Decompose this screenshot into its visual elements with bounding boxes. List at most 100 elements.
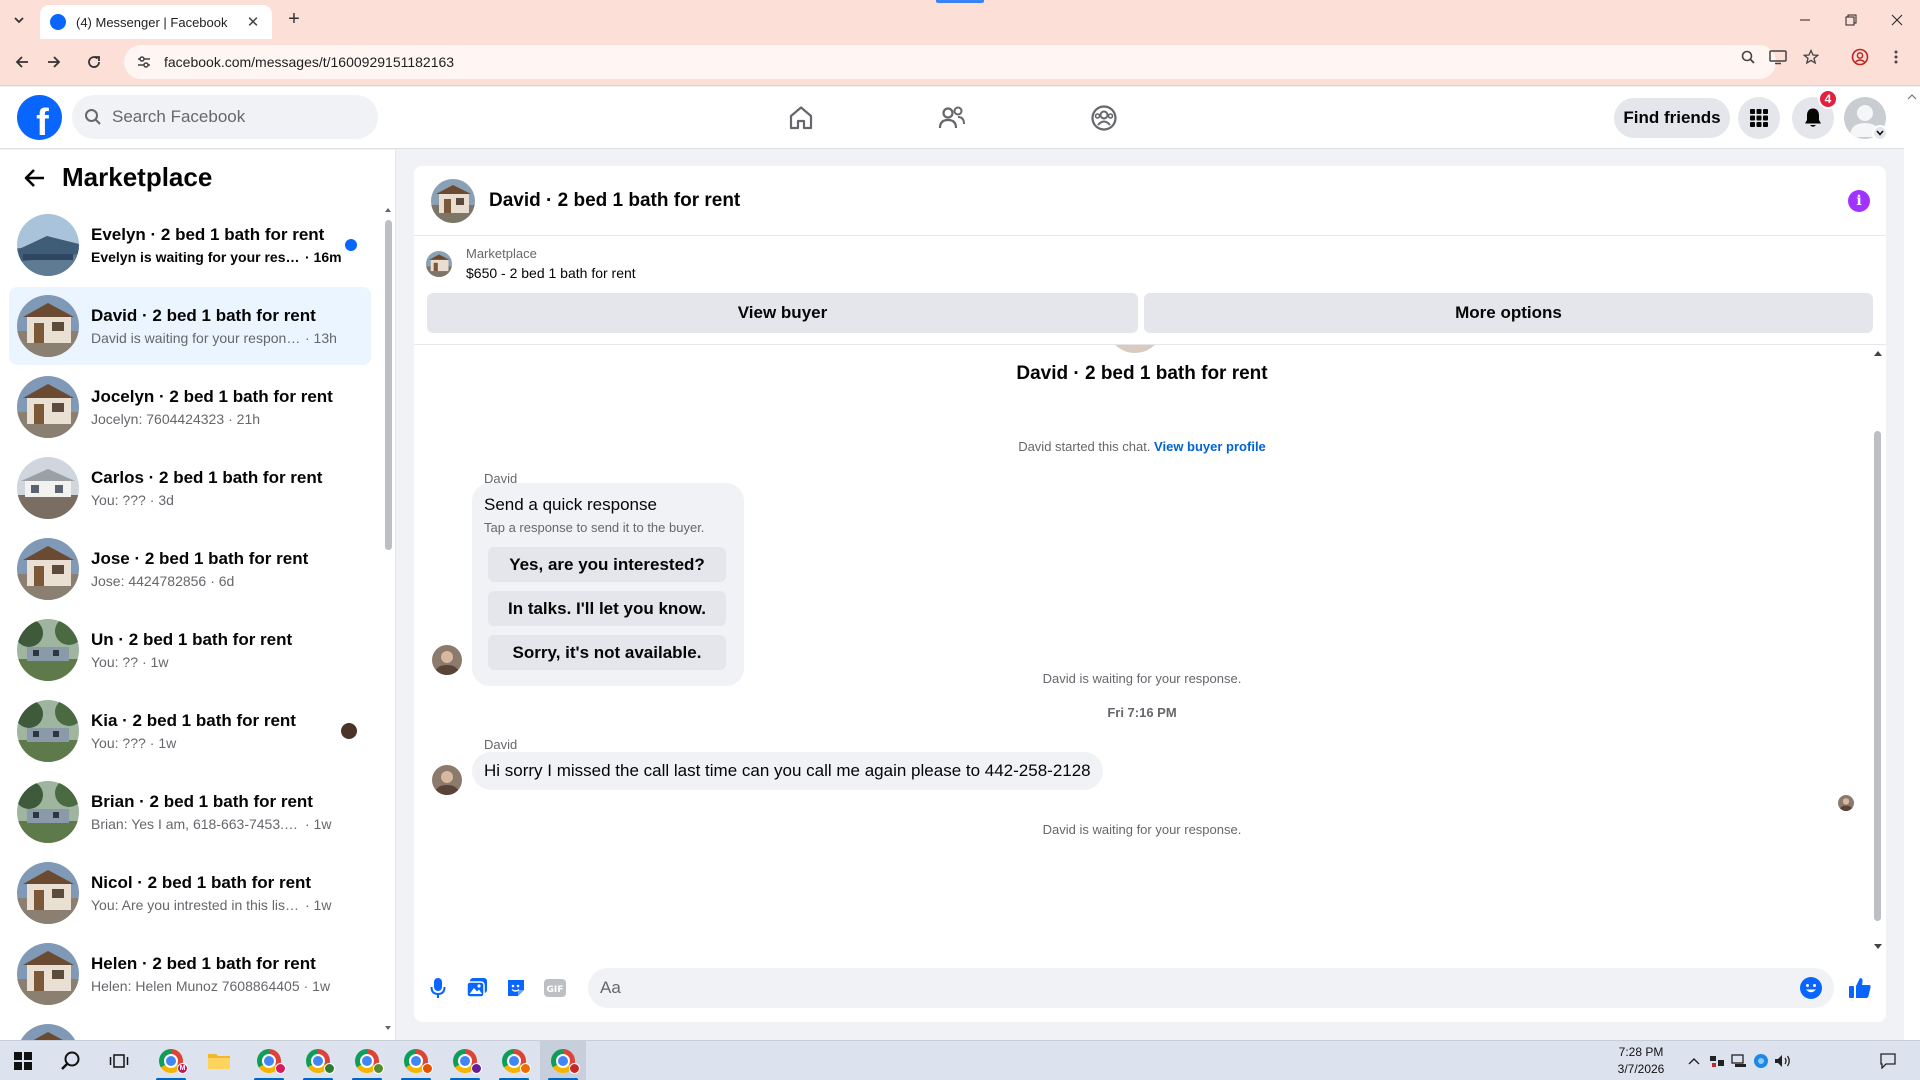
new-tab-button[interactable]: +	[282, 7, 306, 31]
last-message: Helen: Helen Munoz 7608864405	[91, 978, 300, 994]
conversation-item[interactable]: Angel · 2 bed 1 bath for rent	[9, 1016, 371, 1040]
message-input-box[interactable]	[588, 968, 1834, 1008]
notification-center-icon[interactable]	[1876, 1041, 1900, 1080]
emoji-icon[interactable]	[1800, 977, 1822, 999]
system-clock[interactable]: 7:28 PM 3/7/2026	[1606, 1044, 1676, 1078]
address-bar[interactable]: facebook.com/messages/t/1600929151182163	[124, 45, 1776, 79]
conversation-item[interactable]: Jocelyn · 2 bed 1 bath for rent Jocelyn: …	[9, 368, 371, 446]
back-button[interactable]	[8, 48, 36, 76]
profile-badge	[275, 1063, 286, 1074]
gif-icon[interactable]: GIF	[541, 974, 569, 1002]
microphone-icon[interactable]	[424, 974, 452, 1002]
sticker-icon[interactable]	[502, 974, 530, 1002]
friends-nav-icon[interactable]	[931, 97, 973, 139]
conversation-item[interactable]: Un · 2 bed 1 bath for rent You: ?? · 1w	[9, 611, 371, 689]
message-time: · 1w	[149, 735, 177, 751]
groups-nav-icon[interactable]	[1083, 97, 1125, 139]
conversation-preview: David is waiting for your response. · 13h	[91, 330, 371, 346]
conversation-item[interactable]: Nicol · 2 bed 1 bath for rent You: Are yo…	[9, 854, 371, 932]
taskbar-chrome-profile-2[interactable]	[246, 1041, 292, 1080]
conversation-item[interactable]: Brian · 2 bed 1 bath for rent Brian: Yes …	[9, 773, 371, 851]
find-friends-button[interactable]: Find friends	[1614, 98, 1730, 138]
browser-toolbar: facebook.com/messages/t/1600929151182163	[0, 39, 1920, 86]
start-windows-icon[interactable]	[0, 1041, 46, 1080]
reload-button[interactable]	[80, 48, 108, 76]
view-buyer-profile-link[interactable]: View buyer profile	[1154, 439, 1266, 454]
chat-title[interactable]: David · 2 bed 1 bath for rent	[489, 190, 740, 212]
facebook-favicon-icon	[50, 14, 66, 30]
conversation-item[interactable]: Carlos · 2 bed 1 bath for rent You: ??? · …	[9, 449, 371, 527]
profile-badge	[324, 1063, 335, 1074]
chat-avatar[interactable]	[431, 178, 475, 223]
view-buyer-button[interactable]: View buyer	[427, 293, 1138, 333]
quick-response-button[interactable]: In talks. I'll let you know.	[488, 591, 726, 626]
task-view-icon[interactable]	[96, 1041, 142, 1080]
tray-app-icon[interactable]	[1708, 1041, 1726, 1080]
taskbar-chrome-profile-4[interactable]	[344, 1041, 390, 1080]
home-nav-icon[interactable]	[780, 97, 822, 139]
taskbar-chrome-profile-1[interactable]: M	[148, 1041, 194, 1080]
taskbar-chrome-profile-3[interactable]	[295, 1041, 341, 1080]
conversation-preview: You: ?? · 1w	[91, 654, 371, 670]
facebook-logo[interactable]: f	[17, 95, 62, 140]
bookmark-star-icon[interactable]	[1801, 47, 1821, 67]
close-tab-icon[interactable]: ✕	[244, 13, 262, 31]
intro-title: David · 2 bed 1 bath for rent	[1016, 363, 1268, 384]
more-options-button[interactable]: More options	[1144, 293, 1873, 333]
browser-menu-icon[interactable]	[1886, 47, 1906, 67]
thumbs-up-like-icon[interactable]	[1846, 974, 1874, 1002]
conversation-info-icon[interactable]: i	[1848, 190, 1870, 212]
back-arrow-icon[interactable]	[20, 163, 50, 193]
sidebar-scrollbar[interactable]	[384, 206, 392, 1036]
account-chevron-down-icon[interactable]	[1872, 125, 1888, 141]
tab-search-dropdown-icon[interactable]	[8, 9, 30, 31]
message-input[interactable]	[600, 978, 1750, 998]
sidebar-scroll-thumb[interactable]	[385, 220, 392, 550]
conversation-item[interactable]: Kia · 2 bed 1 bath for rent You: ??? · 1w	[9, 692, 371, 770]
taskbar-chrome-profile-6[interactable]	[442, 1041, 488, 1080]
conversation-preview: Helen: Helen Munoz 7608864405 · 1w	[91, 978, 371, 994]
chat-started-notice: David started this chat. View buyer prof…	[414, 439, 1870, 454]
quick-response-button[interactable]: Sorry, it's not available.	[488, 635, 726, 670]
incoming-message-bubble[interactable]: Hi sorry I missed the call last time can…	[472, 752, 1103, 790]
taskbar-chrome-profile-5[interactable]	[393, 1041, 439, 1080]
facebook-search-box[interactable]	[72, 95, 378, 139]
facebook-top-nav: f Find friends 4	[0, 87, 1904, 149]
conversation-item[interactable]: Evelyn · 2 bed 1 bath for rent Evelyn is …	[9, 206, 371, 284]
file-explorer-icon[interactable]	[196, 1041, 242, 1080]
search-input[interactable]	[112, 107, 352, 127]
photo-icon[interactable]	[463, 974, 491, 1002]
profile-icon[interactable]	[1850, 47, 1870, 67]
message-timestamp: Fri 7:16 PM	[1107, 705, 1177, 720]
listing-thumbnail	[17, 862, 79, 924]
read-receipt-avatar	[1838, 795, 1854, 811]
close-window-button[interactable]	[1874, 0, 1920, 39]
quick-response-button[interactable]: Yes, are you interested?	[488, 547, 726, 582]
taskbar-search-icon[interactable]	[48, 1041, 94, 1080]
site-info-icon[interactable]	[136, 54, 152, 70]
listing-banner[interactable]: Marketplace $650 - 2 bed 1 bath for rent	[426, 246, 636, 281]
conversation-preview: You: Are you intrested in this listing..…	[91, 897, 371, 913]
zoom-icon[interactable]	[1738, 47, 1758, 67]
page-scrollbar[interactable]	[1904, 87, 1920, 1040]
sender-avatar	[432, 765, 462, 795]
conversation-name: Nicol · 2 bed 1 bath for rent	[91, 873, 312, 892]
conversation-item[interactable]: Helen · 2 bed 1 bath for rent Helen: Hele…	[9, 935, 371, 1013]
conversation-item[interactable]: David · 2 bed 1 bath for rent David is wa…	[9, 287, 371, 365]
minimize-window-button[interactable]	[1782, 0, 1828, 39]
chat-scroll-thumb[interactable]	[1874, 431, 1881, 921]
install-app-icon[interactable]	[1768, 47, 1788, 67]
taskbar-chrome-profile-8-active[interactable]	[540, 1041, 586, 1080]
taskbar-chrome-profile-7[interactable]	[491, 1041, 537, 1080]
browser-tab-messenger[interactable]: (4) Messenger | Facebook ✕	[40, 5, 272, 39]
network-icon[interactable]	[1730, 1041, 1748, 1080]
tray-blue-app-icon[interactable]	[1752, 1041, 1770, 1080]
forward-button[interactable]	[40, 48, 68, 76]
show-hidden-icons-chevron[interactable]	[1686, 1041, 1702, 1080]
restore-window-button[interactable]	[1828, 0, 1874, 39]
chat-scrollbar[interactable]	[1870, 345, 1886, 955]
volume-icon[interactable]	[1774, 1041, 1792, 1080]
url-text: facebook.com/messages/t/1600929151182163	[164, 54, 455, 70]
menu-grid-icon[interactable]	[1738, 97, 1780, 139]
conversation-item[interactable]: Jose · 2 bed 1 bath for rent Jose: 442478…	[9, 530, 371, 608]
